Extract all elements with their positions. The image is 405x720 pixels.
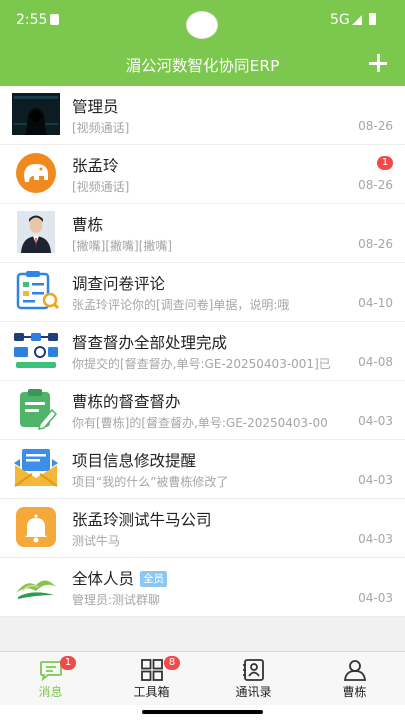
elephant-avatar (12, 152, 60, 194)
conversation-name: 张孟玲 (72, 157, 119, 175)
grid-icon (141, 659, 163, 681)
conversation-item[interactable]: 曹栋 [撇嘴][撇嘴][撇嘴] 08-26 (0, 204, 405, 263)
conversation-date: 04-10 (358, 296, 393, 310)
sim-card-icon (50, 14, 59, 25)
unread-badge: 1 (377, 156, 393, 170)
person-photo-avatar (12, 211, 60, 253)
conversation-name: 调查问卷评论 (72, 275, 166, 293)
conversation-date: 04-03 (358, 591, 393, 605)
conversation-preview: 项目“我的什么”被曹栋修改了 (72, 475, 229, 489)
camera-cutout (186, 11, 218, 39)
page-title: 湄公河数智化协同ERP (125, 57, 280, 75)
conversation-date: 04-03 (358, 532, 393, 546)
tab-badge: 8 (164, 656, 180, 670)
tab-messages[interactable]: 1 消息 (0, 652, 101, 706)
workflow-icon (12, 329, 60, 371)
conversation-item[interactable]: 张孟玲 1 [视频通话] 08-26 (0, 145, 405, 204)
tab-toolbox[interactable]: 8 工具箱 (101, 652, 202, 706)
conversation-date: 08-26 (358, 237, 393, 251)
conversation-name: 督查督办全部处理完成 (72, 334, 228, 352)
conversation-preview: 测试牛马 (72, 534, 121, 548)
conversation-date: 04-03 (358, 473, 393, 487)
survey-icon (12, 270, 60, 312)
clipboard-edit-icon (12, 388, 60, 430)
hacker-photo-avatar (12, 93, 60, 135)
conversation-preview: 张孟玲评论你的[调查问卷]单据，说明:哦 (72, 298, 290, 312)
conversation-date: 08-26 (358, 119, 393, 133)
tab-contacts[interactable]: 通讯录 (203, 652, 304, 706)
tab-label: 工具箱 (133, 685, 170, 699)
status-bar: 2:55 5G (0, 0, 405, 40)
conversation-preview: [视频通话] (72, 180, 130, 194)
bell-icon (12, 506, 60, 548)
conversation-name: 管理员 (72, 98, 119, 116)
conversation-preview: [撇嘴][撇嘴][撇嘴] (72, 239, 173, 253)
tab-label: 消息 (38, 685, 63, 699)
tab-label: 通讯录 (235, 685, 272, 699)
status-time: 2:55 (16, 12, 48, 28)
user-icon (343, 660, 367, 681)
signal-icon (352, 15, 362, 25)
conversation-date: 08-26 (358, 178, 393, 192)
conversation-item[interactable]: 督查督办全部处理完成 你提交的[督查督办,单号:GE-20250403-001]… (0, 322, 405, 381)
plus-icon[interactable] (366, 51, 390, 75)
conversation-preview: [视频通话] (72, 121, 130, 135)
conversation-item[interactable]: 管理员 [视频通话] 08-26 (0, 86, 405, 145)
conversation-preview: 你有[曹栋]的[督查督办,单号:GE-20250403-00 (72, 416, 328, 430)
conversation-item[interactable]: 全体人员 全员 管理员:测试群聊 04-03 (0, 558, 405, 617)
conversation-list: 管理员 [视频通话] 08-26 张孟玲 1 [视频通话] 08-26 曹栋 [… (0, 86, 405, 617)
home-indicator (0, 705, 405, 720)
conversation-date: 04-03 (358, 414, 393, 428)
conversation-preview: 你提交的[督查督办,单号:GE-20250403-001]已 (72, 357, 331, 371)
contacts-icon (243, 659, 264, 681)
conversation-date: 04-08 (358, 355, 393, 369)
conversation-name: 项目信息修改提醒 (72, 452, 197, 470)
app-header: 2:55 5G 湄公河数智化协同ERP (0, 0, 405, 86)
conversation-name: 曹栋 (72, 216, 104, 234)
conversation-item[interactable]: 调查问卷评论 张孟玲评论你的[调查问卷]单据，说明:哦 04-10 (0, 263, 405, 322)
conversation-name: 全体人员 全员 (72, 567, 168, 589)
tab-profile[interactable]: 曹栋 (304, 652, 405, 706)
network-type: 5G (330, 12, 350, 28)
conversation-name: 曹栋的督查督办 (72, 393, 181, 411)
bottom-tab-bar: 1 消息 8 工具箱 通讯录 曹栋 (0, 651, 405, 706)
conversation-name-text: 全体人员 (72, 570, 135, 588)
envelope-icon (12, 447, 60, 489)
conversation-item[interactable]: 曹栋的督查督办 你有[曹栋]的[督查督办,单号:GE-20250403-00 0… (0, 381, 405, 440)
battery-icon (369, 13, 376, 25)
conversation-item[interactable]: 张孟玲测试牛马公司 测试牛马 04-03 (0, 499, 405, 558)
tab-badge: 1 (60, 656, 76, 670)
tab-label: 曹栋 (342, 685, 367, 699)
all-members-tag: 全员 (140, 571, 168, 587)
conversation-preview: 管理员:测试群聊 (72, 593, 161, 607)
conversation-name: 张孟玲测试牛马公司 (72, 511, 212, 529)
conversation-item[interactable]: 项目信息修改提醒 项目“我的什么”被曹栋修改了 04-03 (0, 440, 405, 499)
landscape-logo-icon (12, 565, 60, 607)
